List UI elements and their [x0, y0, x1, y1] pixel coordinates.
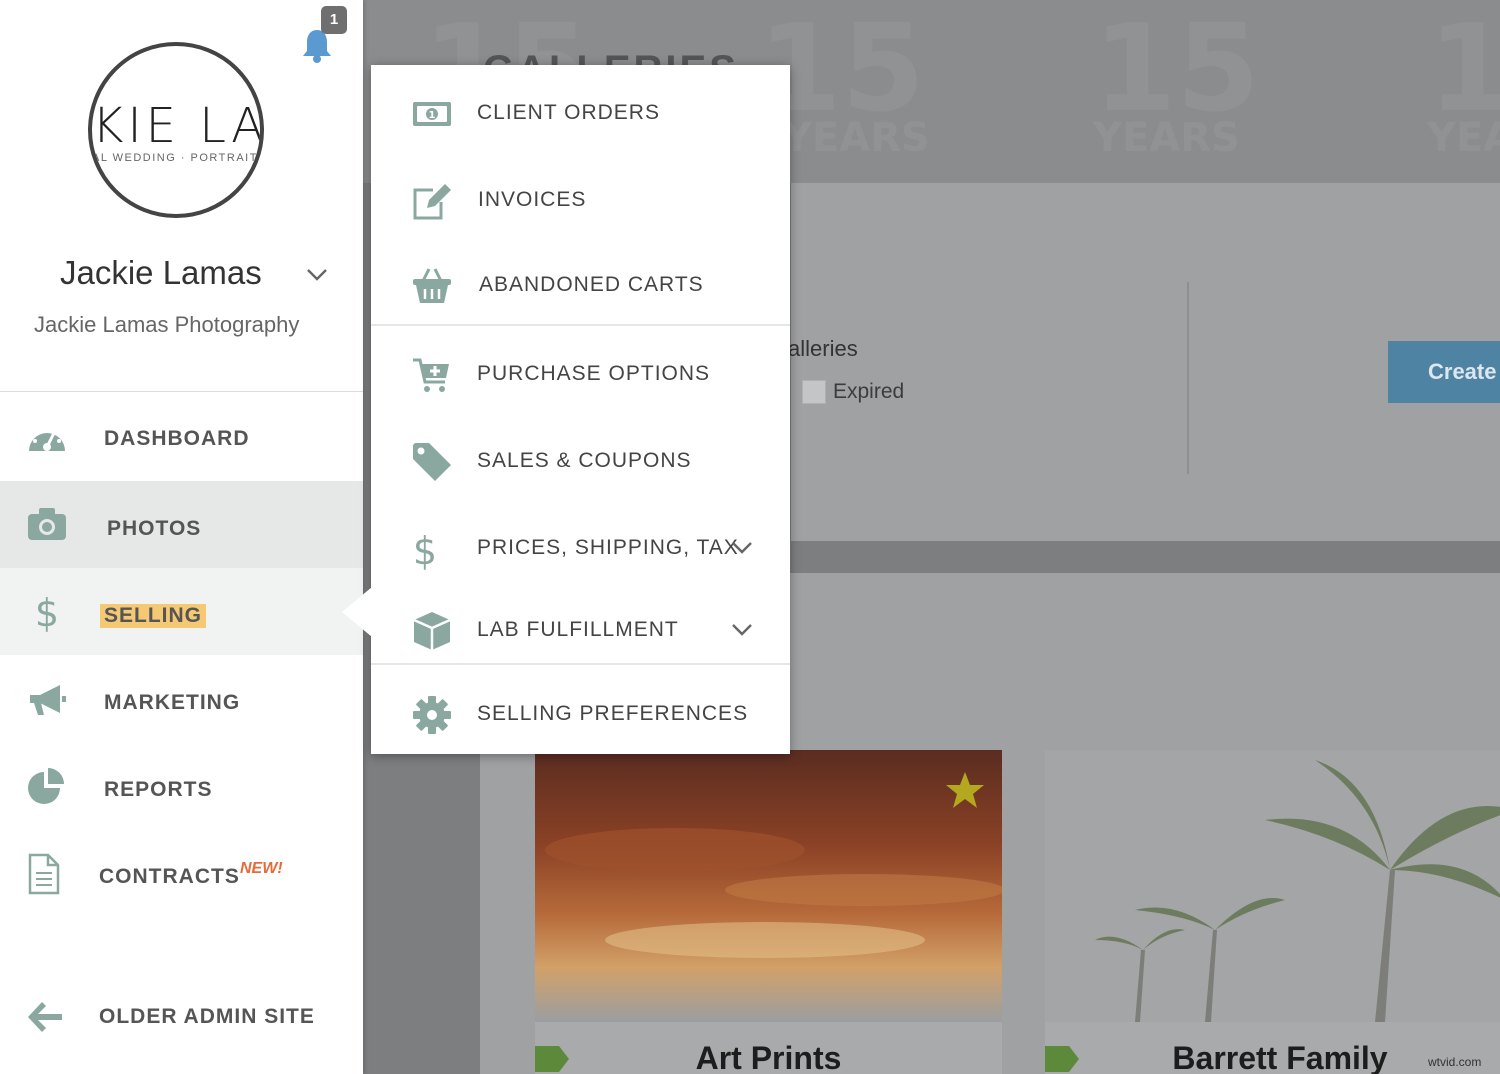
star-icon[interactable]	[945, 770, 985, 810]
dashboard-icon	[29, 427, 65, 451]
menu-item-label: INVOICES	[478, 188, 587, 211]
camera-icon	[28, 508, 66, 540]
menu-pointer	[342, 587, 372, 637]
sidebar-item-label: DASHBOARD	[104, 427, 250, 450]
gallery-card[interactable]: Barrett Family	[1045, 750, 1500, 1074]
divider	[0, 391, 363, 392]
menu-item-label: SELLING PREFERENCES	[477, 702, 749, 725]
sidebar-item-marketing[interactable]: MARKETING	[0, 655, 363, 742]
tag-icon	[413, 443, 451, 481]
sidebar-item-reports[interactable]: REPORTS	[0, 742, 363, 829]
banner-watermark: YEARS	[1427, 115, 1500, 161]
expired-checkbox[interactable]	[802, 380, 826, 404]
expired-label: Expired	[833, 380, 905, 403]
menu-item-abandoned-carts[interactable]: ABANDONED CARTS	[371, 246, 790, 326]
gallery-card[interactable]: Art Prints	[535, 750, 1002, 1074]
svg-text:$: $	[35, 592, 59, 634]
new-badge: NEW!	[240, 860, 283, 877]
chevron-down-icon[interactable]	[306, 268, 328, 282]
svg-text:$: $	[413, 529, 437, 570]
notification-badge: 1	[321, 6, 347, 34]
sidebar-item-label: SELLING	[100, 604, 207, 628]
cart-plus-icon	[413, 358, 449, 392]
dollar-icon: $	[35, 592, 59, 634]
menu-item-label: LAB FULFILLMENT	[477, 618, 679, 641]
document-icon	[28, 853, 60, 895]
studio-logo: KIE LA AL WEDDING · PORTRAIT P	[88, 42, 264, 218]
menu-item-client-orders[interactable]: 1 CLIENT ORDERS	[371, 74, 790, 154]
sidebar-item-label: MARKETING	[104, 691, 241, 714]
box-icon	[413, 612, 451, 650]
chevron-down-icon[interactable]	[731, 541, 753, 555]
older-admin-site-link[interactable]: OLDER ADMIN SITE	[0, 972, 363, 1059]
chevron-down-icon[interactable]	[731, 623, 753, 637]
sidebar-item-selling[interactable]: $ SELLING	[0, 568, 363, 655]
divider	[1187, 282, 1189, 474]
gallery-cover-image	[535, 750, 1002, 1022]
menu-item-label: PRICES, SHIPPING, TAX	[477, 536, 739, 559]
menu-item-purchase-options[interactable]: PURCHASE OPTIONS	[371, 335, 790, 415]
logo-text: KIE LA	[92, 98, 264, 154]
menu-item-label: PURCHASE OPTIONS	[477, 362, 711, 385]
menu-item-prices-shipping-tax[interactable]: $ PRICES, SHIPPING, TAX	[371, 509, 790, 589]
gallery-title: Art Prints	[695, 1040, 842, 1074]
divider	[371, 663, 790, 665]
sidebar-item-dashboard[interactable]: DASHBOARD	[0, 397, 363, 484]
banner-watermark: YEARS	[783, 115, 930, 161]
menu-item-lab-fulfillment[interactable]: LAB FULFILLMENT	[371, 591, 790, 671]
selling-submenu: 1 CLIENT ORDERS INVOICES ABANDONED CARTS	[371, 65, 790, 754]
create-button[interactable]: Create	[1388, 341, 1500, 403]
filter-label: alleries	[788, 336, 858, 361]
sidebar-item-label: REPORTS	[104, 778, 213, 801]
menu-item-label: CLIENT ORDERS	[477, 101, 660, 124]
megaphone-icon	[30, 685, 66, 715]
gallery-cover-image	[1045, 750, 1500, 1022]
divider	[371, 324, 790, 326]
site-credit: wtvid.com	[1428, 1055, 1482, 1069]
sidebar: 1 KIE LA AL WEDDING · PORTRAIT P Jackie …	[0, 0, 363, 1074]
pie-chart-icon	[28, 768, 64, 804]
sidebar-item-label: CONTRACTS	[99, 865, 240, 888]
menu-item-selling-preferences[interactable]: SELLING PREFERENCES	[371, 675, 790, 755]
menu-item-label: ABANDONED CARTS	[479, 273, 704, 296]
user-company: Jackie Lamas Photography	[34, 312, 300, 337]
edit-icon	[413, 184, 451, 220]
money-icon: 1	[413, 102, 451, 126]
arrow-left-icon	[28, 1002, 62, 1032]
user-name[interactable]: Jackie Lamas	[60, 254, 262, 292]
older-admin-label: OLDER ADMIN SITE	[99, 1005, 315, 1028]
sidebar-item-contracts[interactable]: CONTRACTS	[0, 829, 363, 916]
svg-text:1: 1	[429, 110, 436, 121]
sidebar-item-photos[interactable]: PHOTOS	[0, 481, 363, 568]
sidebar-item-label: PHOTOS	[107, 517, 202, 540]
menu-item-label: SALES & COUPONS	[477, 449, 692, 472]
gear-icon	[413, 696, 451, 734]
banner-watermark: YEARS	[1093, 115, 1240, 161]
logo-subtext: AL WEDDING · PORTRAIT P	[92, 152, 264, 164]
menu-item-sales-coupons[interactable]: SALES & COUPONS	[371, 422, 790, 502]
basket-icon	[413, 268, 451, 303]
menu-item-invoices[interactable]: INVOICES	[371, 161, 790, 241]
dollar-icon: $	[413, 529, 437, 570]
